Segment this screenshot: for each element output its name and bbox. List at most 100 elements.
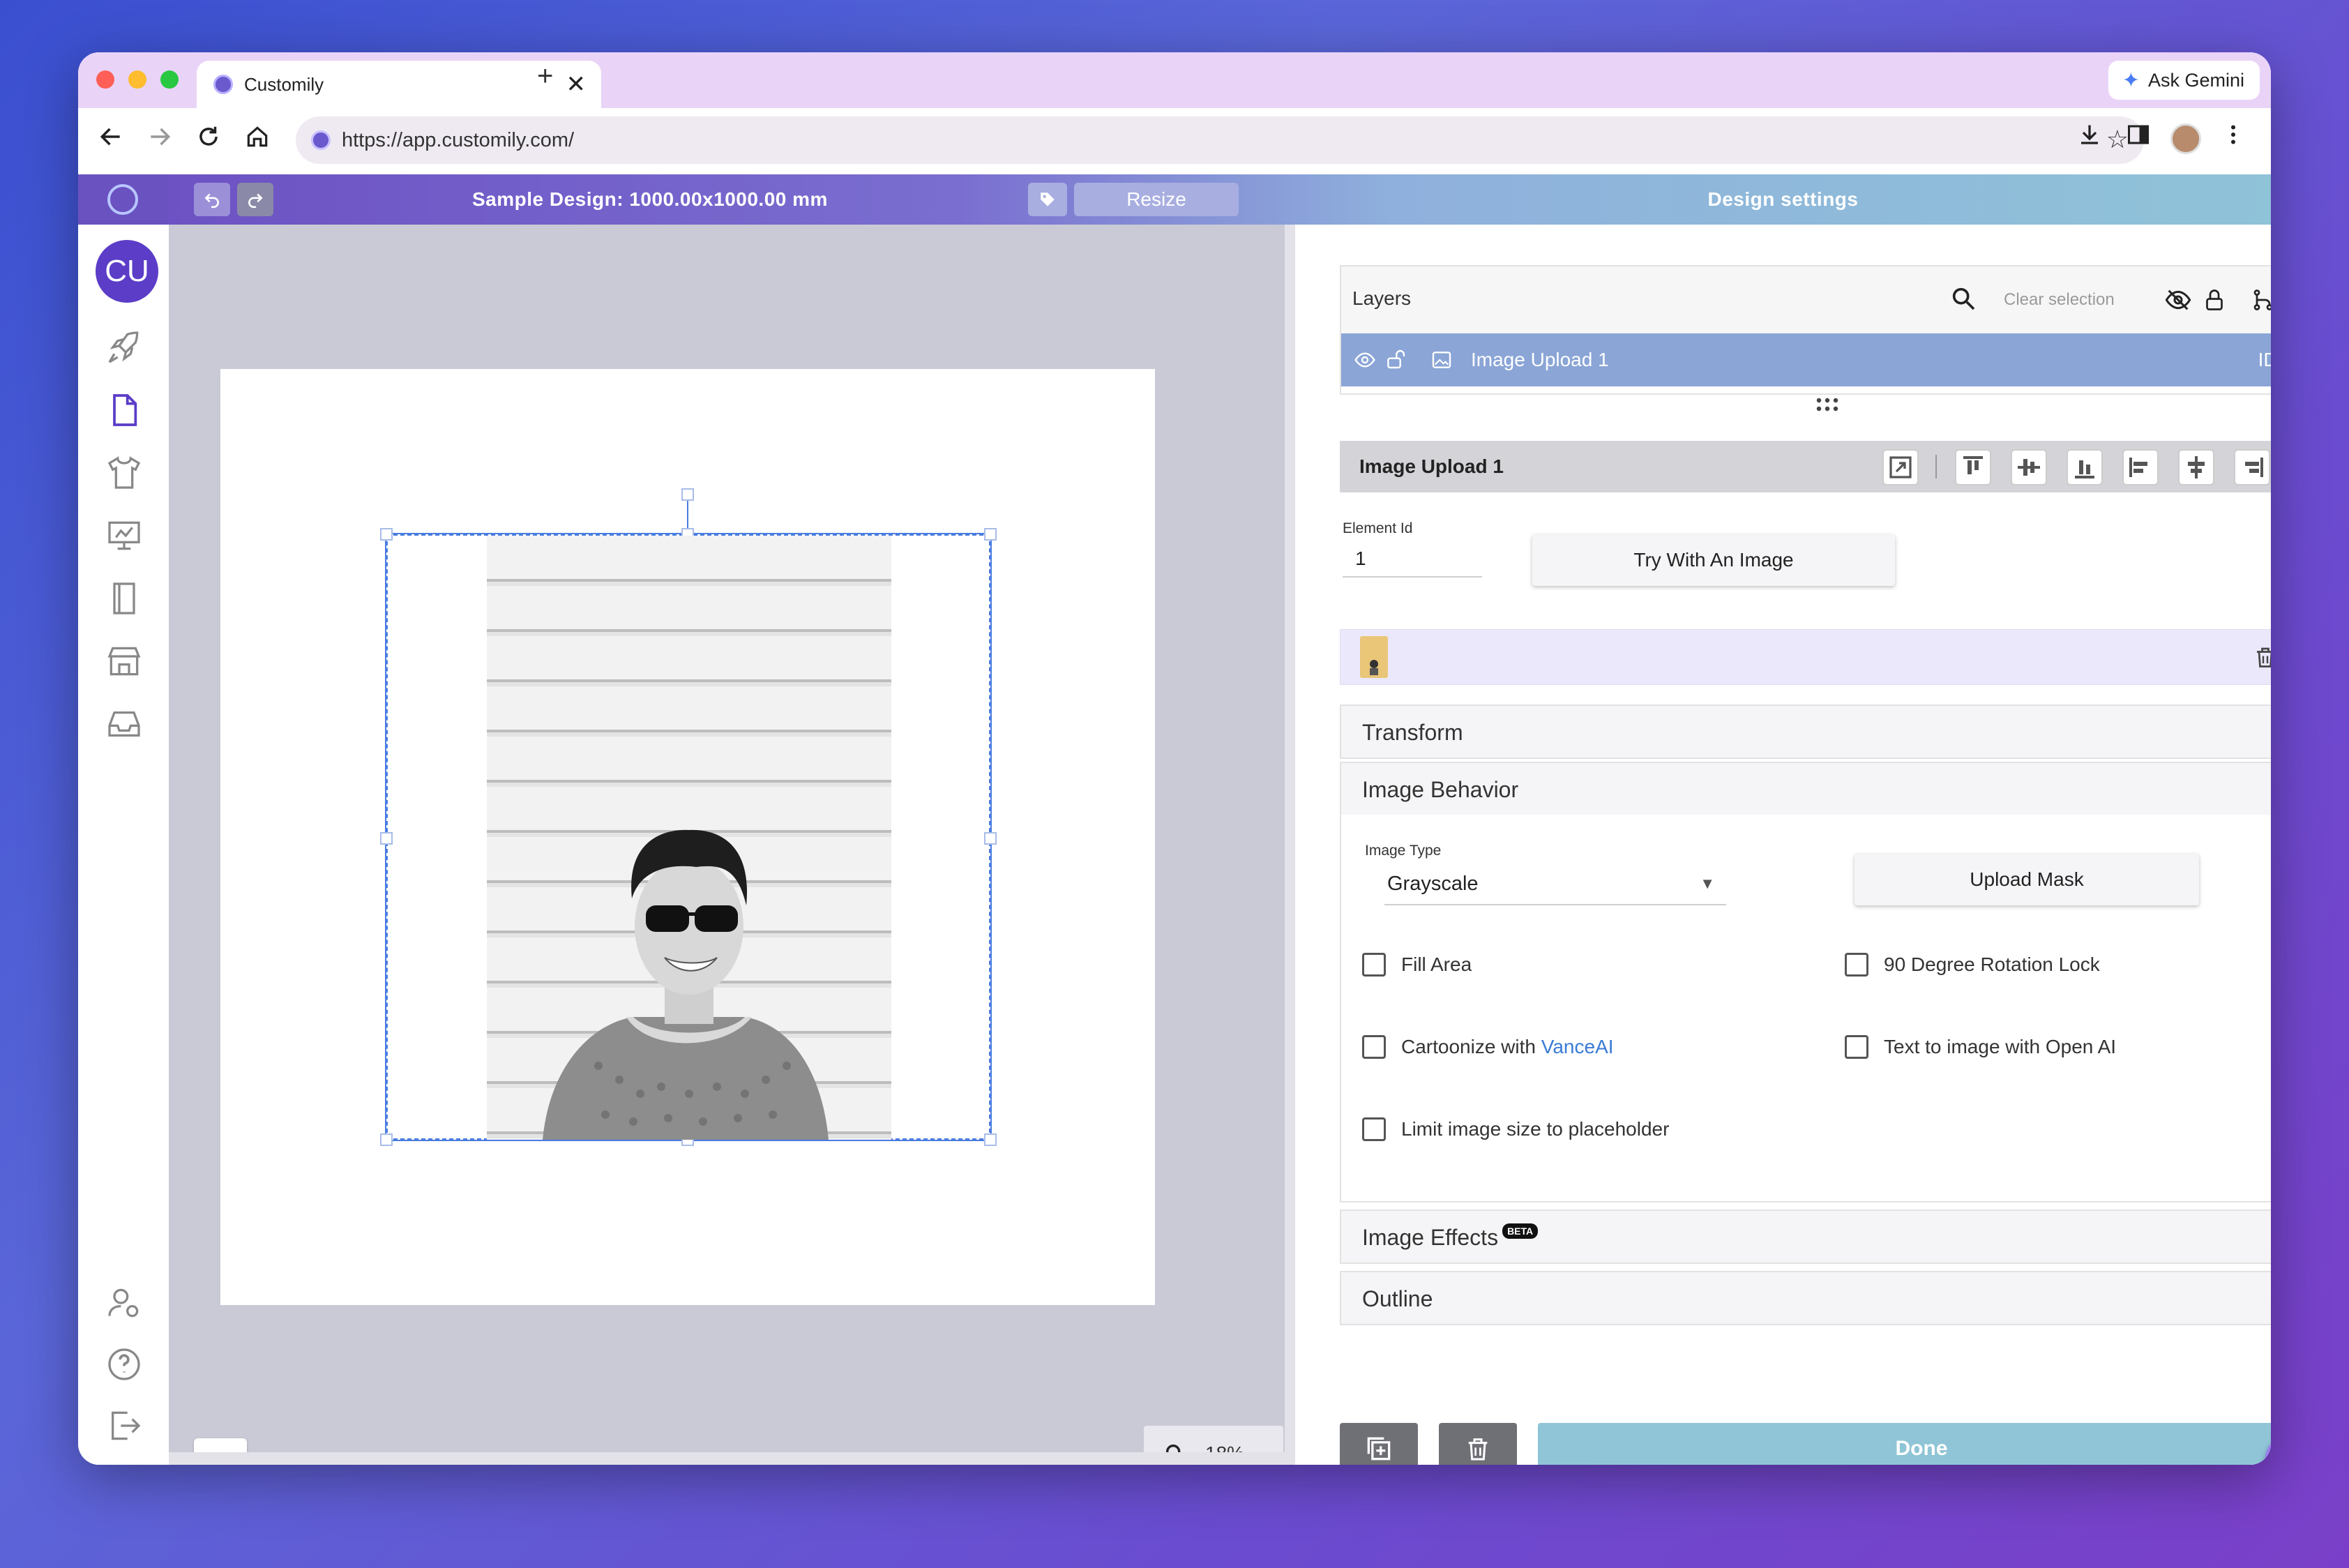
monitor-icon[interactable] xyxy=(105,516,144,555)
artboard[interactable] xyxy=(220,369,1155,1305)
trash-icon[interactable] xyxy=(2253,644,2271,674)
reload-icon[interactable] xyxy=(195,123,222,157)
resize-button[interactable]: Resize xyxy=(1074,183,1239,216)
image-effects-section[interactable]: Image Effects BETA xyxy=(1340,1209,2271,1264)
design-canvas[interactable]: 18% xyxy=(169,225,1285,1465)
home-icon[interactable] xyxy=(244,123,271,157)
checkbox-box[interactable] xyxy=(1362,953,1386,977)
eye-icon[interactable] xyxy=(1352,349,1377,375)
checkbox-box[interactable] xyxy=(1845,953,1868,977)
cartoonize-checkbox[interactable]: Cartoonize with VanceAI xyxy=(1362,1035,1614,1059)
text-to-image-label: Text to image with Open AI xyxy=(1884,1036,2117,1057)
url-text: https://app.customily.com/ xyxy=(342,129,575,151)
checkbox-box[interactable] xyxy=(1362,1035,1386,1059)
transform-section[interactable]: Transform xyxy=(1340,704,2271,759)
align-left-icon[interactable] xyxy=(2122,449,2159,485)
resize-handle-top-left[interactable] xyxy=(380,528,393,541)
profile-avatar[interactable] xyxy=(2170,123,2201,154)
fit-to-canvas-icon[interactable] xyxy=(1882,449,1919,485)
vanceai-link[interactable]: VanceAI xyxy=(1541,1036,1614,1057)
resize-handle-right[interactable] xyxy=(984,832,997,845)
tshirt-icon[interactable] xyxy=(105,453,144,492)
resize-handle-bottom-right[interactable] xyxy=(984,1133,997,1146)
trash-icon xyxy=(1468,1438,1488,1461)
unlock-icon[interactable] xyxy=(1384,347,1407,375)
element-id-field[interactable]: 1 xyxy=(1343,540,1482,578)
clear-selection-link[interactable]: Clear selection xyxy=(2004,290,2115,310)
align-bottom-icon[interactable] xyxy=(2067,449,2103,485)
upload-mask-button[interactable]: Upload Mask xyxy=(1855,854,2199,905)
image-thumbnail[interactable] xyxy=(1360,636,1388,678)
try-with-image-button[interactable]: Try With An Image xyxy=(1532,534,1895,586)
image-effects-text: Image Effects xyxy=(1362,1225,1499,1250)
tag-button[interactable] xyxy=(1028,183,1067,216)
checkbox-box[interactable] xyxy=(1845,1035,1868,1059)
canvas-vertical-scrollbar[interactable] xyxy=(1285,225,1295,1465)
cartoonize-label: Cartoonize with VanceAI xyxy=(1401,1036,1614,1058)
done-button[interactable]: Done xyxy=(1538,1423,2271,1465)
rotation-handle[interactable] xyxy=(681,488,694,501)
ask-gemini-button[interactable]: ✦ Ask Gemini xyxy=(2108,61,2260,100)
image-placeholder[interactable] xyxy=(380,488,997,1146)
forward-arrow-icon[interactable] xyxy=(146,123,173,157)
customily-logo-icon[interactable] xyxy=(107,184,138,215)
store-icon[interactable] xyxy=(105,642,144,681)
resize-handle-top-right[interactable] xyxy=(984,528,997,541)
back-arrow-icon[interactable] xyxy=(98,123,124,157)
url-field[interactable]: https://app.customily.com/ ☆ xyxy=(296,116,2144,164)
more-menu-icon[interactable] xyxy=(2221,122,2246,153)
rotation-lock-checkbox[interactable]: 90 Degree Rotation Lock xyxy=(1845,953,2100,977)
outline-section[interactable]: Outline xyxy=(1340,1271,2271,1325)
redo-button[interactable] xyxy=(237,183,273,216)
user-settings-icon[interactable] xyxy=(105,1283,144,1322)
side-panel-icon[interactable] xyxy=(2126,122,2151,153)
book-icon[interactable] xyxy=(105,579,144,618)
logout-icon[interactable] xyxy=(105,1406,144,1445)
close-window-button[interactable] xyxy=(96,70,114,89)
fill-area-checkbox[interactable]: Fill Area xyxy=(1362,953,1472,977)
site-favicon-icon xyxy=(311,130,331,150)
image-type-label: Image Type xyxy=(1365,843,1442,859)
resize-handle-bottom-left[interactable] xyxy=(380,1133,393,1146)
rocket-icon[interactable] xyxy=(105,328,144,367)
maximize-window-button[interactable] xyxy=(160,70,179,89)
app-logo-area xyxy=(78,174,169,225)
align-top-icon[interactable] xyxy=(1955,449,1991,485)
design-settings-title: Design settings xyxy=(1707,188,1859,210)
text-to-image-checkbox[interactable]: Text to image with Open AI xyxy=(1845,1035,2116,1059)
search-icon[interactable] xyxy=(1949,285,1977,316)
image-behavior-section[interactable]: Image Behavior xyxy=(1340,762,2271,816)
download-icon[interactable] xyxy=(2077,122,2102,153)
outline-title: Outline xyxy=(1362,1286,1433,1311)
duplicate-button[interactable] xyxy=(1340,1423,1418,1465)
image-layer-icon xyxy=(1430,349,1453,375)
minimize-window-button[interactable] xyxy=(128,70,146,89)
app-header: Sample Design: 1000.00x1000.00 mm Resize… xyxy=(78,174,2271,225)
customily-favicon-icon xyxy=(213,75,233,94)
hide-all-icon[interactable] xyxy=(2164,286,2192,317)
fill-area-label: Fill Area xyxy=(1401,953,1472,975)
limit-size-checkbox[interactable]: Limit image size to placeholder xyxy=(1362,1117,1669,1141)
tab-close-icon[interactable]: ✕ xyxy=(566,70,587,98)
design-title: Sample Design: 1000.00x1000.00 mm xyxy=(472,188,828,210)
layer-name: Image Upload 1 xyxy=(1471,349,1609,370)
lock-all-icon[interactable] xyxy=(2202,286,2227,317)
layer-row[interactable]: Image Upload 1 ID 1 xyxy=(1341,333,2271,386)
image-type-select[interactable]: Grayscale ▼ xyxy=(1384,862,1726,905)
undo-button[interactable] xyxy=(194,183,230,216)
align-middle-icon[interactable] xyxy=(2011,449,2047,485)
user-avatar[interactable]: CU xyxy=(96,240,158,303)
align-right-icon[interactable] xyxy=(2234,449,2270,485)
align-center-icon[interactable] xyxy=(2178,449,2214,485)
inbox-icon[interactable] xyxy=(105,704,144,744)
checkbox-box[interactable] xyxy=(1362,1117,1386,1141)
document-icon[interactable] xyxy=(105,391,144,430)
delete-button[interactable] xyxy=(1439,1423,1517,1465)
chevron-down-icon: ▼ xyxy=(1700,875,1715,892)
help-icon[interactable] xyxy=(105,1345,144,1384)
new-tab-button[interactable]: + xyxy=(537,61,553,92)
drag-handle-icon[interactable] xyxy=(1816,396,1838,418)
hierarchy-icon[interactable] xyxy=(2251,287,2271,316)
canvas-horizontal-scrollbar[interactable] xyxy=(169,1452,1285,1465)
resize-handle-left[interactable] xyxy=(380,832,393,845)
